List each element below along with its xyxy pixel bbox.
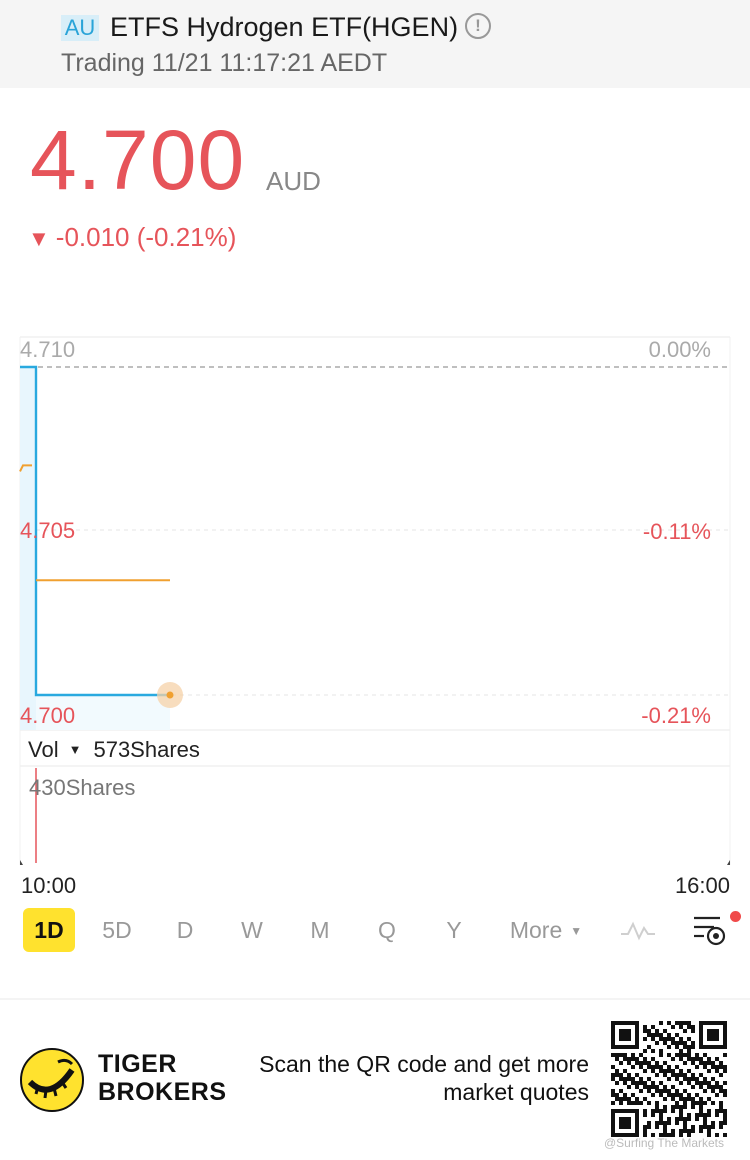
info-icon[interactable]: ! <box>465 13 491 39</box>
trading-status: Trading 11/21 11:17:21 AEDT <box>61 49 388 77</box>
market-tag: AU <box>61 15 99 41</box>
volume-max-label: 430Shares <box>29 775 136 800</box>
price-change: ▼ -0.010 (-0.21%) <box>28 221 236 255</box>
last-point <box>166 691 174 699</box>
tab-more[interactable]: More ▼ <box>500 908 592 952</box>
y-tick-right-mid: -0.11% <box>642 519 711 544</box>
volume-label: Vol <box>28 737 59 762</box>
indicator-wave-icon[interactable] <box>620 918 656 942</box>
change-value: -0.010 (-0.21%) <box>55 222 237 252</box>
x-tick-end: 16:00 <box>674 873 730 898</box>
tab-5d[interactable]: 5D <box>95 908 139 952</box>
tab-w[interactable]: W <box>235 908 269 952</box>
tiger-logo-icon <box>20 1048 84 1112</box>
more-label: More <box>509 917 563 943</box>
currency-label: AUD <box>266 166 321 196</box>
chart-settings-icon[interactable] <box>692 914 728 948</box>
tab-q[interactable]: Q <box>370 908 404 952</box>
price-area-fill <box>20 367 36 730</box>
tab-1d[interactable]: 1D <box>23 908 75 952</box>
y-tick-right-bottom: -0.21% <box>641 703 711 728</box>
tab-d[interactable]: D <box>168 908 202 952</box>
notification-dot <box>730 911 741 922</box>
period-tabs: 1D 5D D W M Q Y More ▼ <box>0 908 750 954</box>
last-price: 4.700 <box>30 113 246 207</box>
down-arrow-icon: ▼ <box>28 226 50 251</box>
price-area <box>20 367 170 730</box>
stock-header: AU ETFS Hydrogen ETF(HGEN) ! Trading 11/… <box>0 0 750 88</box>
stock-title: ETFS Hydrogen ETF(HGEN) <box>110 12 459 42</box>
x-tick-start: 10:00 <box>21 873 77 898</box>
volume-selector[interactable]: Vol ▼ 573Shares <box>28 736 200 764</box>
brand-line-1: TIGER <box>98 1050 177 1078</box>
y-tick-left-bottom: 4.700 <box>20 703 76 728</box>
caret-down-icon: ▼ <box>570 924 583 938</box>
brand-name: TIGER BROKERS <box>98 1050 227 1106</box>
volume-current: 573Shares <box>93 737 200 762</box>
qr-code-icon[interactable] <box>611 1021 727 1137</box>
caret-down-icon: ▼ <box>68 742 82 757</box>
divider <box>0 998 750 1000</box>
y-tick-left-top: 4.710 <box>20 337 76 362</box>
tab-m[interactable]: M <box>303 908 337 952</box>
tab-y[interactable]: Y <box>437 908 471 952</box>
y-tick-right-top: 0.00% <box>648 337 711 362</box>
y-tick-left-mid: 4.705 <box>20 518 76 543</box>
watermark: @Surfing The Markets <box>604 1136 725 1150</box>
scan-prompt: Scan the QR code and get more market quo… <box>259 1051 589 1105</box>
brand-line-2: BROKERS <box>98 1078 227 1106</box>
